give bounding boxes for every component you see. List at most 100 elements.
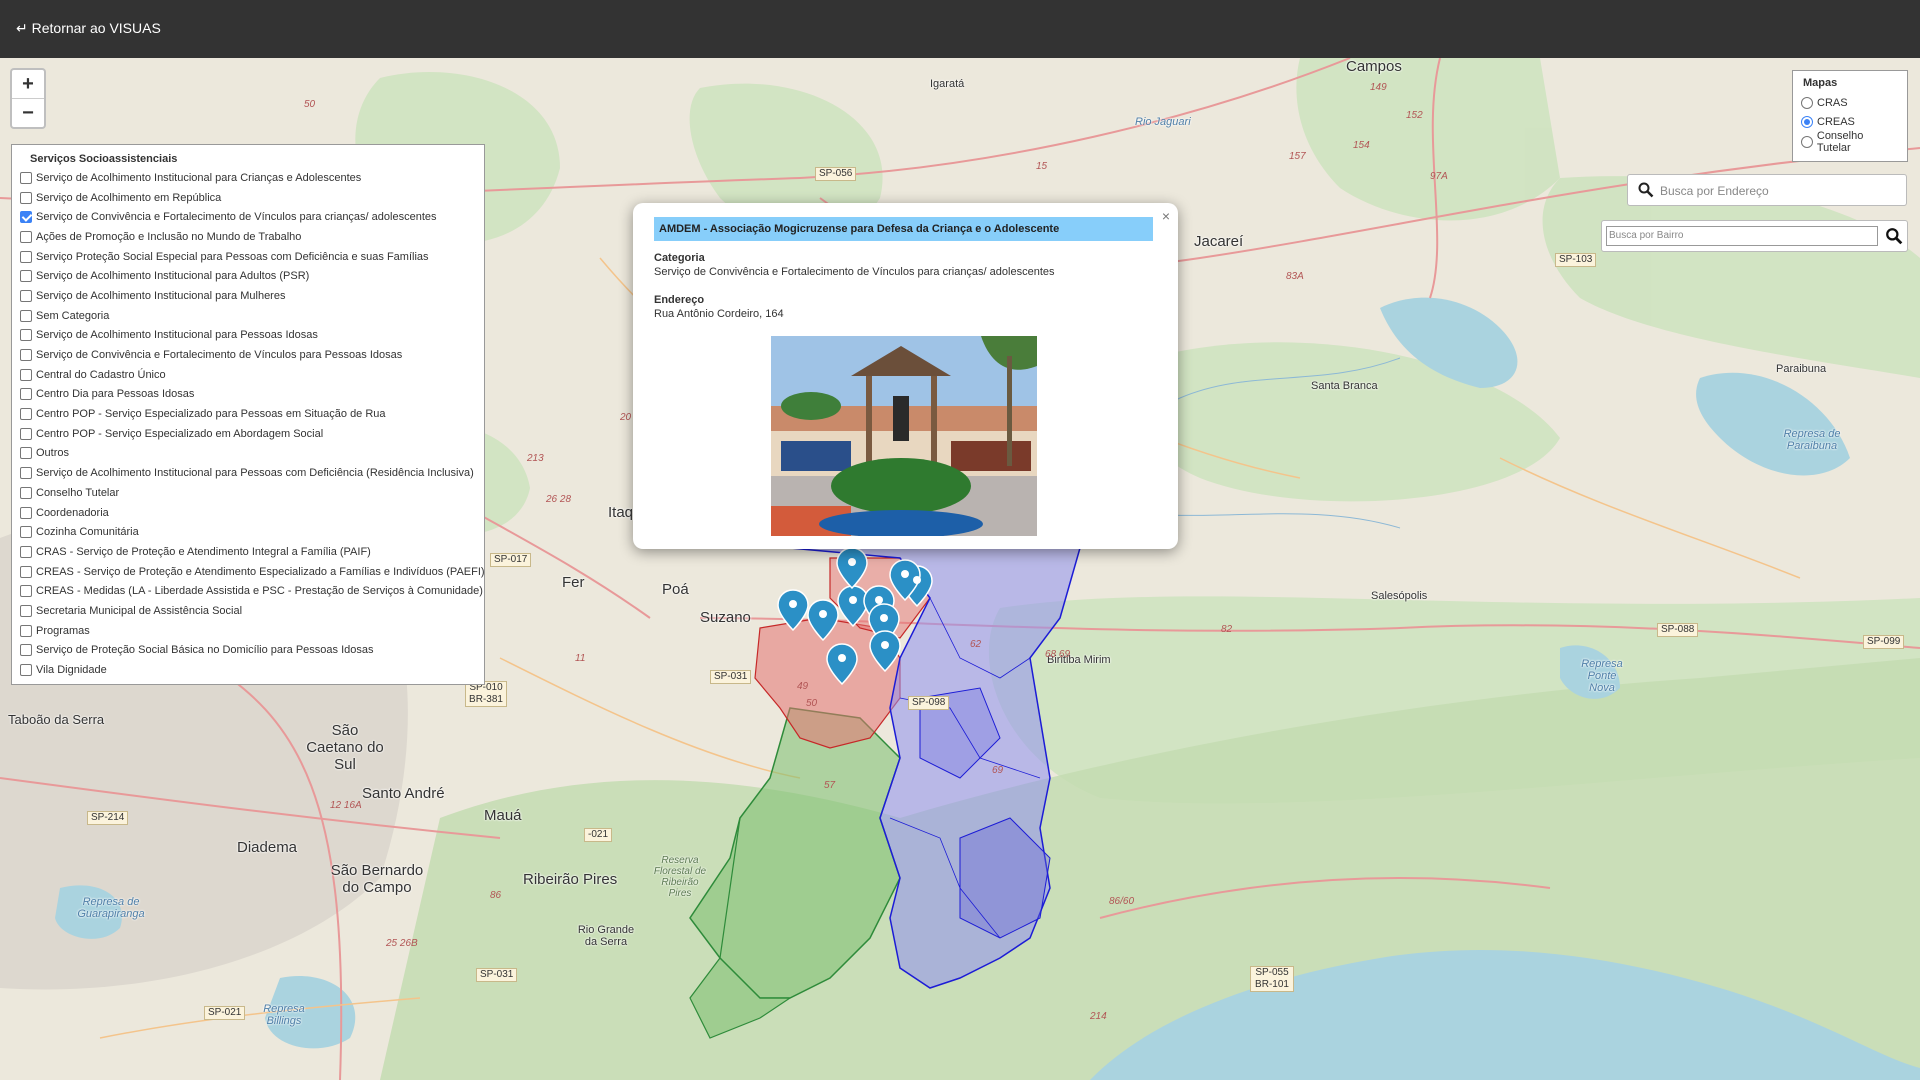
road-number: 152 [1406,110,1423,121]
layer-checkbox[interactable] [20,388,32,401]
layer-item[interactable]: CREAS - Serviço de Proteção e Atendiment… [20,562,485,582]
layer-checkbox[interactable] [20,486,32,499]
road-shield: SP-099 [1863,635,1905,649]
place-label: Suzano [700,609,751,626]
mapas-option[interactable]: Conselho Tutelar [1801,130,1899,154]
mapas-radio[interactable] [1801,96,1813,109]
layer-item[interactable]: Cozinha Comunitária [20,522,476,542]
layer-item[interactable]: Vila Dignidade [20,660,476,680]
road-number: 11 [575,653,586,664]
layer-item[interactable]: Secretaria Municipal de Assistência Soci… [20,601,476,621]
place-label: Diadema [237,839,298,856]
layer-checkbox[interactable] [20,664,32,677]
layer-item-label: Serviço de Acolhimento Institucional par… [36,171,362,184]
search-icon[interactable] [1885,227,1903,250]
road-number: 50 [806,698,818,709]
mapas-title: Mapas [1803,77,1838,89]
layer-item[interactable]: Outros [20,444,476,464]
layer-checkbox[interactable] [20,427,32,440]
layer-checkbox[interactable] [20,506,32,519]
layer-checkbox[interactable] [20,467,32,480]
layer-checkbox[interactable] [20,604,32,617]
layer-item[interactable]: Serviço de Convivência e Fortalecimento … [20,207,476,227]
address-value: Rua Antônio Cordeiro, 164 [654,308,784,320]
layer-checkbox[interactable] [20,211,32,224]
layer-list: Serviço de Acolhimento Institucional par… [20,168,485,680]
layer-checkbox[interactable] [20,250,32,263]
layer-item-label: Serviço de Convivência e Fortalecimento … [36,211,437,224]
road-shield: SP-098 [908,696,950,710]
layer-item[interactable]: Serviço de Acolhimento em República [20,188,476,208]
layer-checkbox[interactable] [20,545,32,558]
layer-checkbox[interactable] [20,289,32,302]
popup-close-button[interactable]: × [1162,208,1170,224]
layer-item[interactable]: Centro Dia para Pessoas Idosas [20,385,476,405]
layer-checkbox[interactable] [20,565,32,578]
layer-item[interactable]: Central do Cadastro Único [20,365,476,385]
popup-title: AMDEM - Associação Mogicruzense para Def… [654,217,1153,241]
layer-item[interactable]: Programas [20,621,476,641]
layer-checkbox[interactable] [20,526,32,539]
layer-item-label: Serviço Proteção Social Especial para Pe… [36,250,429,263]
layer-item[interactable]: Serviço de Acolhimento Institucional par… [20,168,476,188]
layer-item[interactable]: Ações de Promoção e Inclusão no Mundo de… [20,227,476,247]
place-label: Santa Branca [1311,380,1378,392]
layer-checkbox[interactable] [20,624,32,637]
zoom-out-button[interactable]: − [12,99,44,127]
return-visuas-link[interactable]: ↵ Retornar ao VISUAS [16,20,161,37]
layer-checkbox[interactable] [20,309,32,322]
layer-checkbox[interactable] [20,447,32,460]
layer-item[interactable]: Centro POP - Serviço Especializado para … [20,404,476,424]
address-search-input[interactable]: Busca por Endereço [1660,184,1769,198]
road-shield: SP-021 [204,1006,246,1020]
search-icon[interactable] [1638,182,1654,203]
layer-checkbox[interactable] [20,270,32,283]
layer-item[interactable]: Coordenadoria [20,503,476,523]
place-label: Fer [562,574,585,591]
layer-item[interactable]: Serviço de Acolhimento Institucional par… [20,463,476,483]
layer-checkbox[interactable] [20,171,32,184]
layer-item[interactable]: Centro POP - Serviço Especializado em Ab… [20,424,476,444]
place-label: Campos [1346,58,1402,75]
layer-item-label: CRAS - Serviço de Proteção e Atendimento… [36,545,371,558]
layer-checkbox[interactable] [20,329,32,342]
layer-checkbox[interactable] [20,349,32,362]
info-popup: × AMDEM - Associação Mogicruzense para D… [633,203,1178,549]
road-number: 213 [527,453,544,464]
place-label: São Caetano do Sul [306,722,384,773]
road-shield: SP-088 [1657,623,1699,637]
place-label: Santo André [362,785,445,802]
layer-item[interactable]: CREAS - Medidas (LA - Liberdade Assistid… [20,581,483,601]
layer-checkbox[interactable] [20,644,32,657]
road-shield: SP-031 [476,968,518,982]
place-label: São Bernardo do Campo [330,862,424,896]
services-layer-panel: Serviços Socioassistenciais Serviço de A… [11,144,485,685]
address-search[interactable]: Busca por Endereço [1627,174,1907,206]
layer-item[interactable]: Serviço de Acolhimento Institucional par… [20,286,476,306]
layer-item[interactable]: Serviço Proteção Social Especial para Pe… [20,247,476,267]
water-label: Represa Billings [263,1003,305,1027]
layer-item[interactable]: CRAS - Serviço de Proteção e Atendimento… [20,542,476,562]
layer-item[interactable]: Serviço de Acolhimento Institucional par… [20,326,476,346]
zoom-in-button[interactable]: + [12,70,44,99]
bairro-search-input[interactable]: Busca por Bairro [1606,226,1878,246]
layer-checkbox[interactable] [20,408,32,421]
layer-checkbox[interactable] [20,368,32,381]
mapas-option[interactable]: CRAS [1801,93,1899,113]
layer-checkbox[interactable] [20,585,32,598]
mapas-radio[interactable] [1801,135,1813,148]
layer-item[interactable]: Conselho Tutelar [20,483,476,503]
layer-item[interactable]: Serviço de Convivência e Fortalecimento … [20,345,476,365]
layer-checkbox[interactable] [20,230,32,243]
top-bar: ↵ Retornar ao VISUAS [0,0,1920,58]
layer-item-label: Secretaria Municipal de Assistência Soci… [36,604,243,617]
road-number: 15 [1036,161,1048,172]
layer-item-label: Serviço de Acolhimento Institucional par… [36,467,474,480]
layer-item-label: Serviço de Acolhimento Institucional par… [36,329,318,342]
road-number: 12 16A [330,800,362,811]
layer-item[interactable]: Sem Categoria [20,306,476,326]
layer-checkbox[interactable] [20,191,32,204]
layer-item[interactable]: Serviço de Proteção Social Básica no Dom… [20,641,476,661]
mapas-radio[interactable] [1801,116,1813,129]
layer-item[interactable]: Serviço de Acolhimento Institucional par… [20,266,476,286]
